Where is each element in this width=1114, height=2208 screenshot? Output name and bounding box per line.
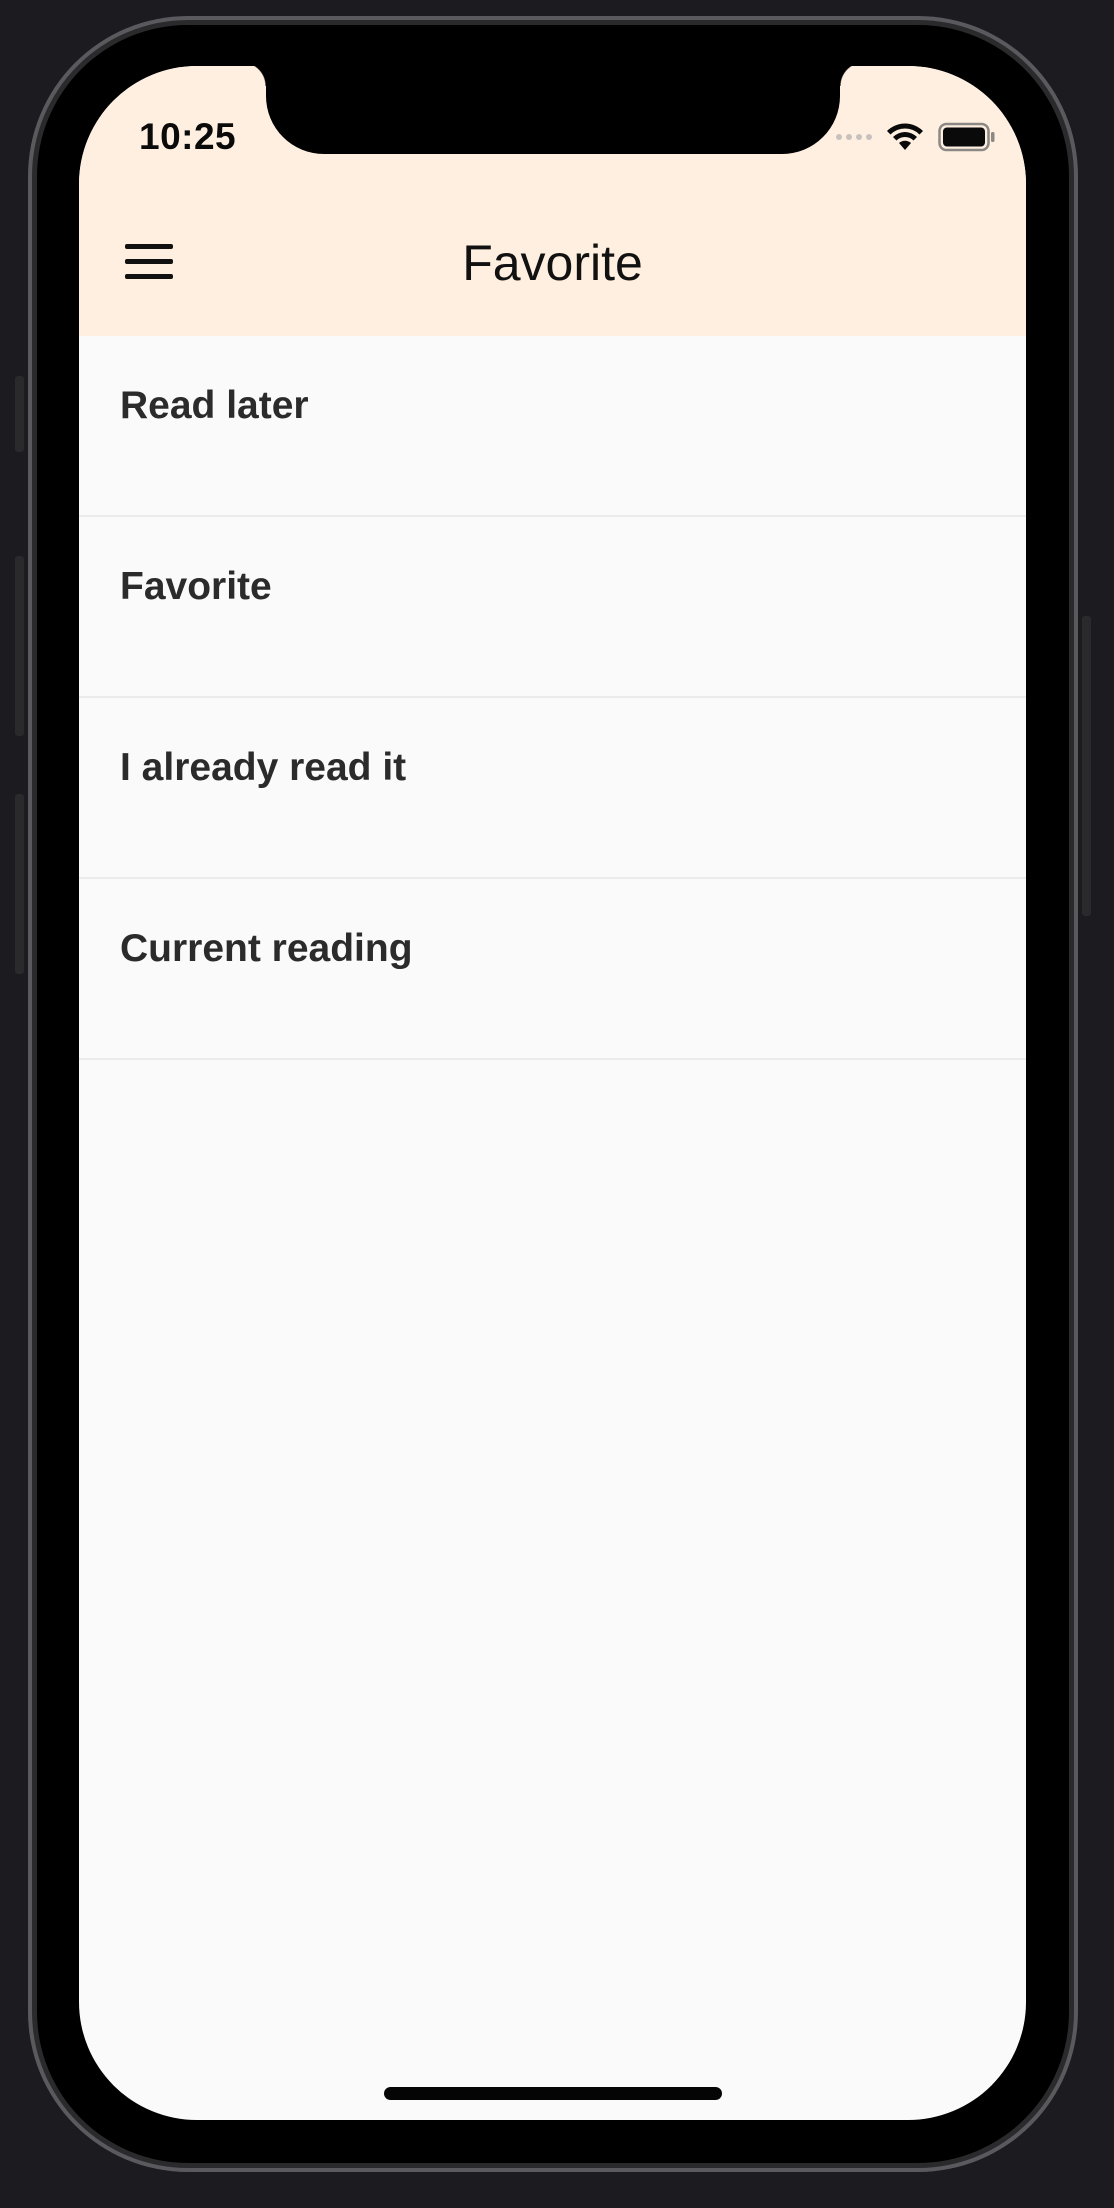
home-indicator[interactable] [384, 2087, 722, 2100]
app-bar: 10:25 Favorite [79, 66, 1026, 336]
list-item-favorite[interactable]: Favorite [79, 517, 1026, 698]
notch [242, 66, 864, 154]
silent-switch [15, 376, 24, 452]
wifi-icon [887, 123, 923, 150]
list-item-read-later[interactable]: Read later [79, 336, 1026, 517]
list-item-label: I already read it [120, 746, 407, 789]
list-item-already-read[interactable]: I already read it [79, 698, 1026, 879]
favorite-list: Read later Favorite I already read it Cu… [79, 336, 1026, 1060]
status-time: 10:25 [139, 116, 237, 157]
power-button [1082, 616, 1091, 916]
volume-down-button [15, 794, 24, 974]
list-item-current-reading[interactable]: Current reading [79, 879, 1026, 1060]
battery-icon [938, 122, 995, 152]
list-item-label: Read later [120, 384, 309, 427]
page-title: Favorite [462, 235, 643, 291]
status-icons [836, 120, 996, 154]
list-item-label: Current reading [120, 927, 413, 970]
cellular-signal-icon [836, 134, 872, 140]
app-screen: 10:25 Favorite Read later Favorite I alr… [79, 66, 1026, 2120]
list-item-label: Favorite [120, 565, 272, 608]
volume-up-button [15, 556, 24, 736]
